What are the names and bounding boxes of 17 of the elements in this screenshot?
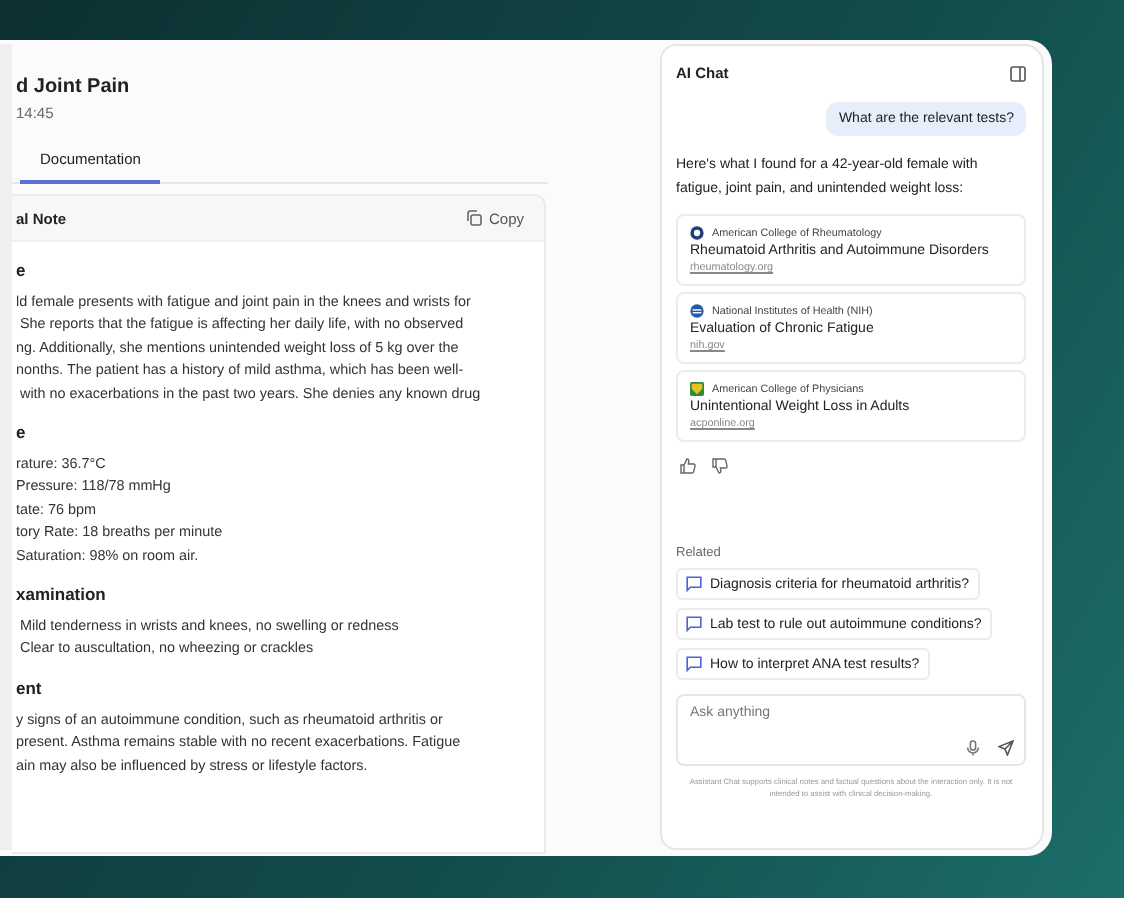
shield-icon [690, 382, 704, 396]
stripes-icon [690, 304, 704, 318]
send-icon[interactable] [998, 740, 1014, 756]
speech-bubble-icon [686, 616, 702, 632]
section-heading: e [16, 422, 28, 443]
speech-bubble-icon [686, 576, 702, 592]
section-heading: ent [16, 677, 44, 698]
section-heading: xamination [16, 584, 108, 605]
seal-icon [690, 226, 704, 240]
copy-icon [466, 210, 483, 226]
sidebar-toggle-icon[interactable] [1010, 65, 1026, 81]
speech-bubble-icon [686, 656, 702, 672]
microphone-icon[interactable] [966, 740, 980, 756]
section-heading: e [16, 260, 28, 280]
thumbs-up-icon[interactable] [680, 458, 696, 474]
thumbs-down-icon[interactable] [712, 458, 728, 474]
page-title: d Joint Pain [16, 76, 132, 98]
